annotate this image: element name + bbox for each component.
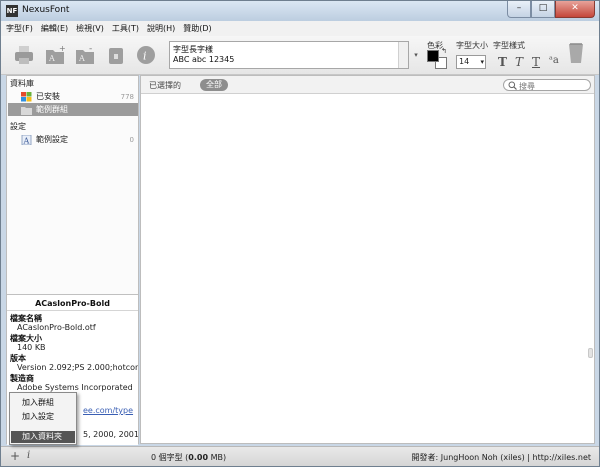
remove-folder-icon[interactable]: A - [74,44,96,66]
font-size-total: 0.00 [188,453,209,462]
sidebar: 資料庫 已安裝 778 範例群組 設定 A 範例設定 0 ACaslonPro-… [6,75,139,445]
windows-flag-icon [21,91,32,101]
developer-credit: 開發者: JungHoon Noh (xiles) | http://xiles… [411,453,591,462]
version-value: Version 2.092;PS 2.000;hotconv 1.... [17,363,138,372]
search-placeholder: 搜尋 [519,82,535,91]
font-count-text: 0 個字型 ( [151,453,189,462]
menu-bar: 字型(F) 編輯(E) 檢視(V) 工具(T) 說明(H) 贊助(D) [1,21,599,36]
font-list-area: 已選擇的 全部 搜尋 [140,75,595,444]
add-font-folder-icon[interactable]: A + [44,44,66,66]
italic-button[interactable]: T [515,55,523,69]
font-settings-icon: A [21,134,32,145]
sidebar-item-count: 778 [120,92,134,101]
filter-bar: 已選擇的 全部 搜尋 [141,76,594,94]
title-bar[interactable]: NF NexusFont – □ ✕ [1,1,599,21]
swap-colors-icon[interactable]: ↰ [441,47,447,55]
svg-text:A: A [23,136,30,145]
add-icon[interactable]: + [10,449,20,463]
sidebar-item-label: 範例群組 [36,105,68,114]
toolbar: A + A - i 字型長字樣 ABC abc 12345 ▾ 色彩 ↰ 字型大… [1,36,599,75]
vendor-value: Adobe Systems Incorporated [17,383,133,392]
filesize-value: 140 KB [17,343,46,352]
filter-all-pill[interactable]: 全部 [200,79,228,91]
status-bar: + i 0 個字型 (0.00 MB) 開發者: JungHoon Noh (x… [1,446,599,466]
font-size-value: 14 [459,57,470,66]
font-info-title: ACaslonPro-Bold [35,299,110,308]
search-input[interactable]: 搜尋 [503,79,591,91]
bold-button[interactable]: T [498,55,507,69]
minimize-button[interactable]: – [507,1,531,18]
selected-filter-label[interactable]: 已選擇的 [149,80,181,91]
window-controls: – □ ✕ [507,1,595,19]
info-toggle-icon[interactable]: i [27,450,30,461]
info-icon[interactable]: i [135,44,157,66]
maximize-button[interactable]: □ [531,1,555,18]
font-size-label: 字型大小 [456,41,488,50]
font-count-status: 0 個字型 (0.00 MB) [151,452,226,463]
font-size-unit: MB) [208,453,227,462]
svg-text:-: - [89,44,92,54]
font-size-select[interactable]: 14 ▾ [456,55,486,69]
menu-help[interactable]: 說明(H) [147,23,175,34]
copyright-value: 5, 2000, 2001 A... [83,430,138,439]
sidebar-item-label: 已安裝 [36,92,60,101]
sidebar-item-sample-settings[interactable]: A 範例設定 0 [8,133,138,146]
case-button[interactable]: ᵃa [549,55,559,66]
underline-button[interactable]: T [532,55,540,69]
svg-text:A: A [78,54,85,63]
menu-tools[interactable]: 工具(T) [112,23,139,34]
search-icon [508,81,517,90]
preview-dropdown-arrow-icon[interactable]: ▾ [411,51,421,61]
glass-icon[interactable] [567,41,585,65]
app-icon: NF [6,5,18,17]
sidebar-item-sample-group[interactable]: 範例群組 [8,103,138,116]
preview-line-1: 字型長字樣 [173,45,213,54]
context-menu: 加入群組 加入設定 加入資料夾 [9,392,77,445]
folder-icon [21,106,32,115]
font-style-label: 字型樣式 [493,41,525,50]
preview-scrollbar[interactable] [398,42,408,68]
menu-donate[interactable]: 贊助(D) [183,23,211,34]
sidebar-item-count: 0 [129,135,134,144]
menu-view[interactable]: 檢視(V) [76,23,104,34]
menu-item-add-folder[interactable]: 加入資料夾 [11,431,75,443]
sidebar-item-installed[interactable]: 已安裝 778 [8,90,138,103]
lock-icon[interactable] [105,44,127,66]
print-icon[interactable] [13,44,35,66]
preview-line-2: ABC abc 12345 [173,55,235,64]
menu-edit[interactable]: 編輯(E) [41,23,68,34]
menu-font[interactable]: 字型(F) [6,23,33,34]
menu-item-add-settings[interactable]: 加入設定 [11,411,75,423]
svg-text:i: i [143,50,147,63]
library-header: 資料庫 [10,79,34,88]
app-window: NF NexusFont – □ ✕ 字型(F) 編輯(E) 檢視(V) 工具(… [0,0,600,467]
chevron-down-icon: ▾ [480,58,484,66]
close-button[interactable]: ✕ [555,1,595,18]
sidebar-item-label: 範例設定 [36,135,68,144]
foreground-color-swatch[interactable] [427,50,439,62]
vendor-url-link[interactable]: ee.com/type [83,406,133,415]
preview-text-input[interactable]: 字型長字樣 ABC abc 12345 [169,41,409,69]
divider [7,310,138,311]
settings-header: 設定 [10,122,26,131]
svg-text:A: A [48,54,55,63]
scrollbar-thumb[interactable] [588,348,593,358]
svg-text:+: + [59,44,66,53]
menu-item-add-group[interactable]: 加入群組 [11,397,75,409]
window-title: NexusFont [22,5,70,15]
filename-value: ACaslonPro-Bold.otf [17,323,96,332]
